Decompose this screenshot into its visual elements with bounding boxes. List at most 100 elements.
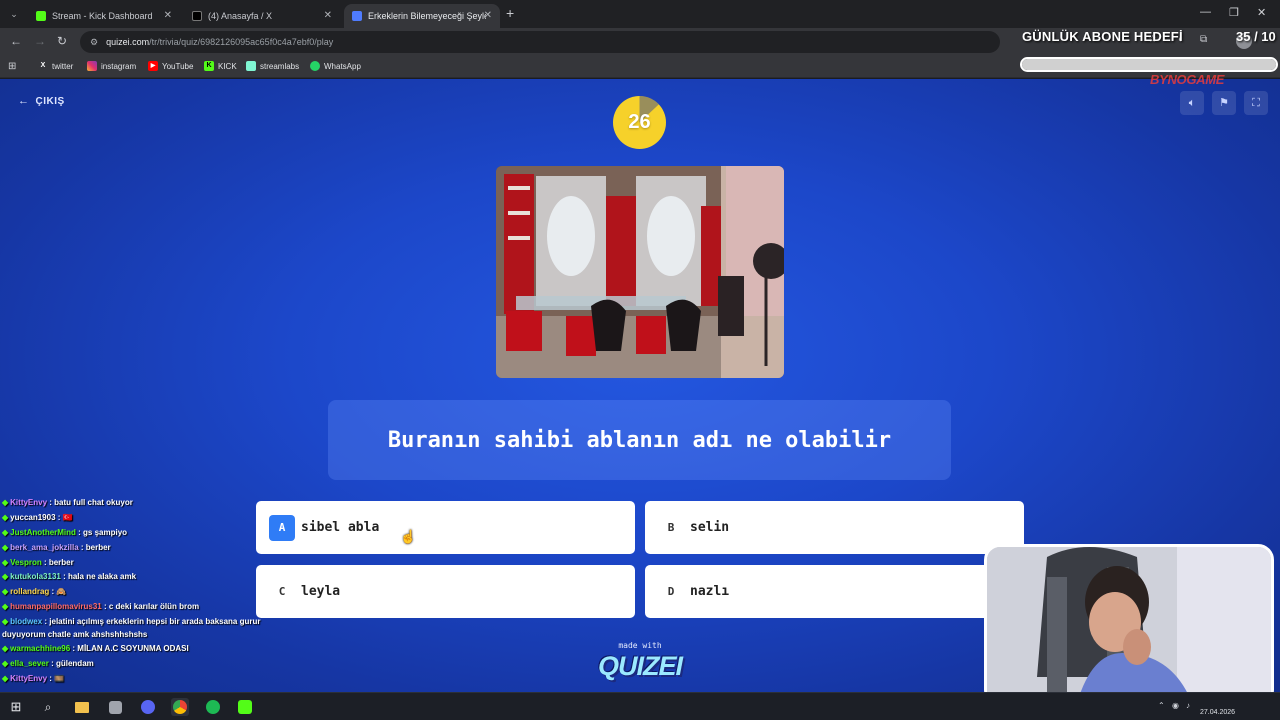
fullscreen-icon[interactable]: ⛶ — [1244, 91, 1268, 115]
kick-icon: K — [204, 61, 214, 71]
spotify-icon[interactable] — [204, 698, 222, 716]
chat-text: gülendam — [55, 659, 94, 668]
sponsor-logo: BYNOGAME — [1150, 72, 1225, 87]
subscriber-badge-icon: ◆ — [2, 558, 9, 567]
subscriber-goal-count: 35 / 10 — [1236, 29, 1276, 44]
tab-search-icon[interactable]: ⌄ — [6, 6, 22, 22]
discord-icon[interactable] — [139, 698, 157, 716]
chat-text: 🙈 — [56, 587, 67, 596]
url-path: /tr/trivia/quiz/6982126095ac65f0c4a7ebf0… — [149, 37, 334, 47]
streamlabs-icon — [246, 61, 256, 71]
chat-message: ◆ kutukola3131 : hala ne alaka amk — [2, 572, 136, 581]
answer-label: leyla — [301, 584, 341, 599]
reload-icon[interactable]: ↻ — [57, 34, 67, 48]
tray-chevron-icon[interactable]: ⌃ — [1158, 701, 1165, 710]
bookmark-youtube[interactable]: ▶ YouTube — [148, 61, 193, 71]
answer-letter: D — [658, 578, 684, 605]
subscriber-badge-icon: ◆ — [2, 513, 9, 522]
chat-message: ◆ rollandrag : 🙈 — [2, 587, 66, 596]
taskbar-date[interactable]: 27.04.2026 — [1200, 709, 1235, 716]
timer-value: 26 — [628, 111, 651, 133]
answer-option-d[interactable]: D nazlı — [645, 565, 1024, 618]
browser-tab-bar: ⌄ Stream - Kick Dashboard ✕ (4) Anasayfa… — [0, 0, 1280, 28]
answer-label: selin — [690, 520, 730, 535]
subscriber-goal-progress-fill — [1022, 59, 1276, 70]
restore-icon[interactable]: ❐ — [1229, 6, 1239, 19]
quizei-logo[interactable]: QUIZEI — [597, 651, 683, 682]
answer-letter: C — [269, 578, 295, 605]
bookmark-instagram[interactable]: instagram — [87, 61, 136, 71]
subscriber-badge-icon: ◆ — [2, 659, 9, 668]
answer-option-a[interactable]: A sibel abla — [256, 501, 635, 554]
tab-title: Erkeklerin Bilemeyeceği Şeyler — [368, 11, 486, 21]
back-icon[interactable]: ← — [10, 34, 22, 48]
exit-button[interactable]: ← ÇIKIŞ — [18, 95, 65, 107]
answer-label: nazlı — [690, 584, 730, 599]
chat-username: KittyEnvy — [10, 674, 48, 683]
tab-quiz[interactable]: Erkeklerin Bilemeyeceği Şeyler ✕ — [344, 4, 500, 28]
bookmark-twitter[interactable]: X twitter — [38, 61, 74, 71]
search-icon[interactable]: ⌕ — [39, 698, 57, 716]
tab-x-home[interactable]: (4) Anasayfa / X ✕ — [184, 4, 340, 28]
answer-option-c[interactable]: C leyla — [256, 565, 635, 618]
answer-label: sibel abla — [301, 520, 380, 535]
subscriber-badge-icon: ◆ — [2, 498, 9, 507]
volume-icon[interactable]: ♪ — [1186, 701, 1190, 710]
close-icon[interactable]: ✕ — [324, 10, 332, 21]
chat-text: batu full chat okuyor — [54, 498, 133, 507]
extensions-puzzle-icon[interactable]: ⧉ — [1200, 34, 1207, 45]
chat-username: rollandrag — [10, 587, 50, 596]
quizei-icon — [352, 11, 362, 21]
chat-message: ◆ warmachhine96 : MİLAN A.C SOYUNMA ODASI — [2, 644, 189, 653]
sound-icon[interactable]: 🔈︎ — [1180, 91, 1204, 115]
address-bar[interactable]: ⚙ quizei.com /tr/trivia/quiz/6982126095a… — [80, 31, 1000, 53]
webcam-feed — [987, 547, 1271, 703]
forward-icon[interactable]: → — [34, 34, 46, 48]
answer-option-b[interactable]: B selin — [645, 501, 1024, 554]
chat-username: KittyEnvy — [10, 498, 48, 507]
subscriber-badge-icon: ◆ — [2, 617, 9, 626]
close-icon[interactable]: ✕ — [484, 10, 492, 21]
windows-icon[interactable]: ⊞ — [7, 698, 25, 716]
chat-message: ◆ JustAnotherMind : gs şampiyo — [2, 528, 127, 537]
url-host: quizei.com — [106, 37, 150, 47]
subscriber-badge-icon: ◆ — [2, 674, 9, 683]
flag-icon[interactable]: ⚑ — [1212, 91, 1236, 115]
file-explorer-icon[interactable] — [73, 698, 91, 716]
chat-separator: : — [55, 513, 63, 522]
bookmark-label: twitter — [52, 61, 74, 71]
kick-studio-icon[interactable] — [236, 698, 254, 716]
minimize-icon[interactable]: — — [1200, 6, 1211, 18]
bookmark-whatsapp[interactable]: WhatsApp — [310, 61, 361, 71]
answer-letter: A — [269, 514, 295, 541]
chat-text: gs şampiyo — [83, 528, 128, 537]
x-icon — [192, 11, 202, 21]
apps-grid-icon[interactable]: ⊞ — [8, 61, 16, 72]
chat-text: berber — [85, 543, 111, 552]
network-icon[interactable]: ◉ — [1172, 701, 1179, 710]
chat-username: Vespron — [10, 558, 42, 567]
subscriber-badge-icon: ◆ — [2, 644, 9, 653]
close-window-icon[interactable]: ✕ — [1257, 6, 1266, 19]
subscriber-badge-icon: ◆ — [2, 528, 9, 537]
chat-username: warmachhine96 — [10, 644, 71, 653]
chat-separator: : — [60, 572, 68, 581]
chat-message: ◆ berk_ama_jokzilla : berber — [2, 543, 111, 552]
bookmark-label: streamlabs — [260, 61, 300, 71]
site-info-icon[interactable]: ⚙ — [90, 37, 98, 48]
chat-username: yuccan1903 — [10, 513, 56, 522]
new-tab-button[interactable]: + — [506, 5, 514, 21]
chrome-icon[interactable] — [171, 698, 189, 716]
exit-label: ÇIKIŞ — [35, 95, 65, 107]
chat-message: ◆ Vespron : berber — [2, 558, 74, 567]
app-icon[interactable] — [106, 698, 124, 716]
tab-kick-dashboard[interactable]: Stream - Kick Dashboard ✕ — [28, 4, 180, 28]
chat-username: ella_sever — [10, 659, 49, 668]
made-with-label: made with — [618, 641, 662, 650]
instagram-icon — [87, 61, 97, 71]
chat-text: berber — [48, 558, 74, 567]
close-icon[interactable]: ✕ — [164, 10, 172, 21]
chat-separator: : — [101, 602, 109, 611]
bookmark-streamlabs[interactable]: streamlabs — [246, 61, 299, 71]
bookmark-kick[interactable]: K KICK — [204, 61, 237, 71]
